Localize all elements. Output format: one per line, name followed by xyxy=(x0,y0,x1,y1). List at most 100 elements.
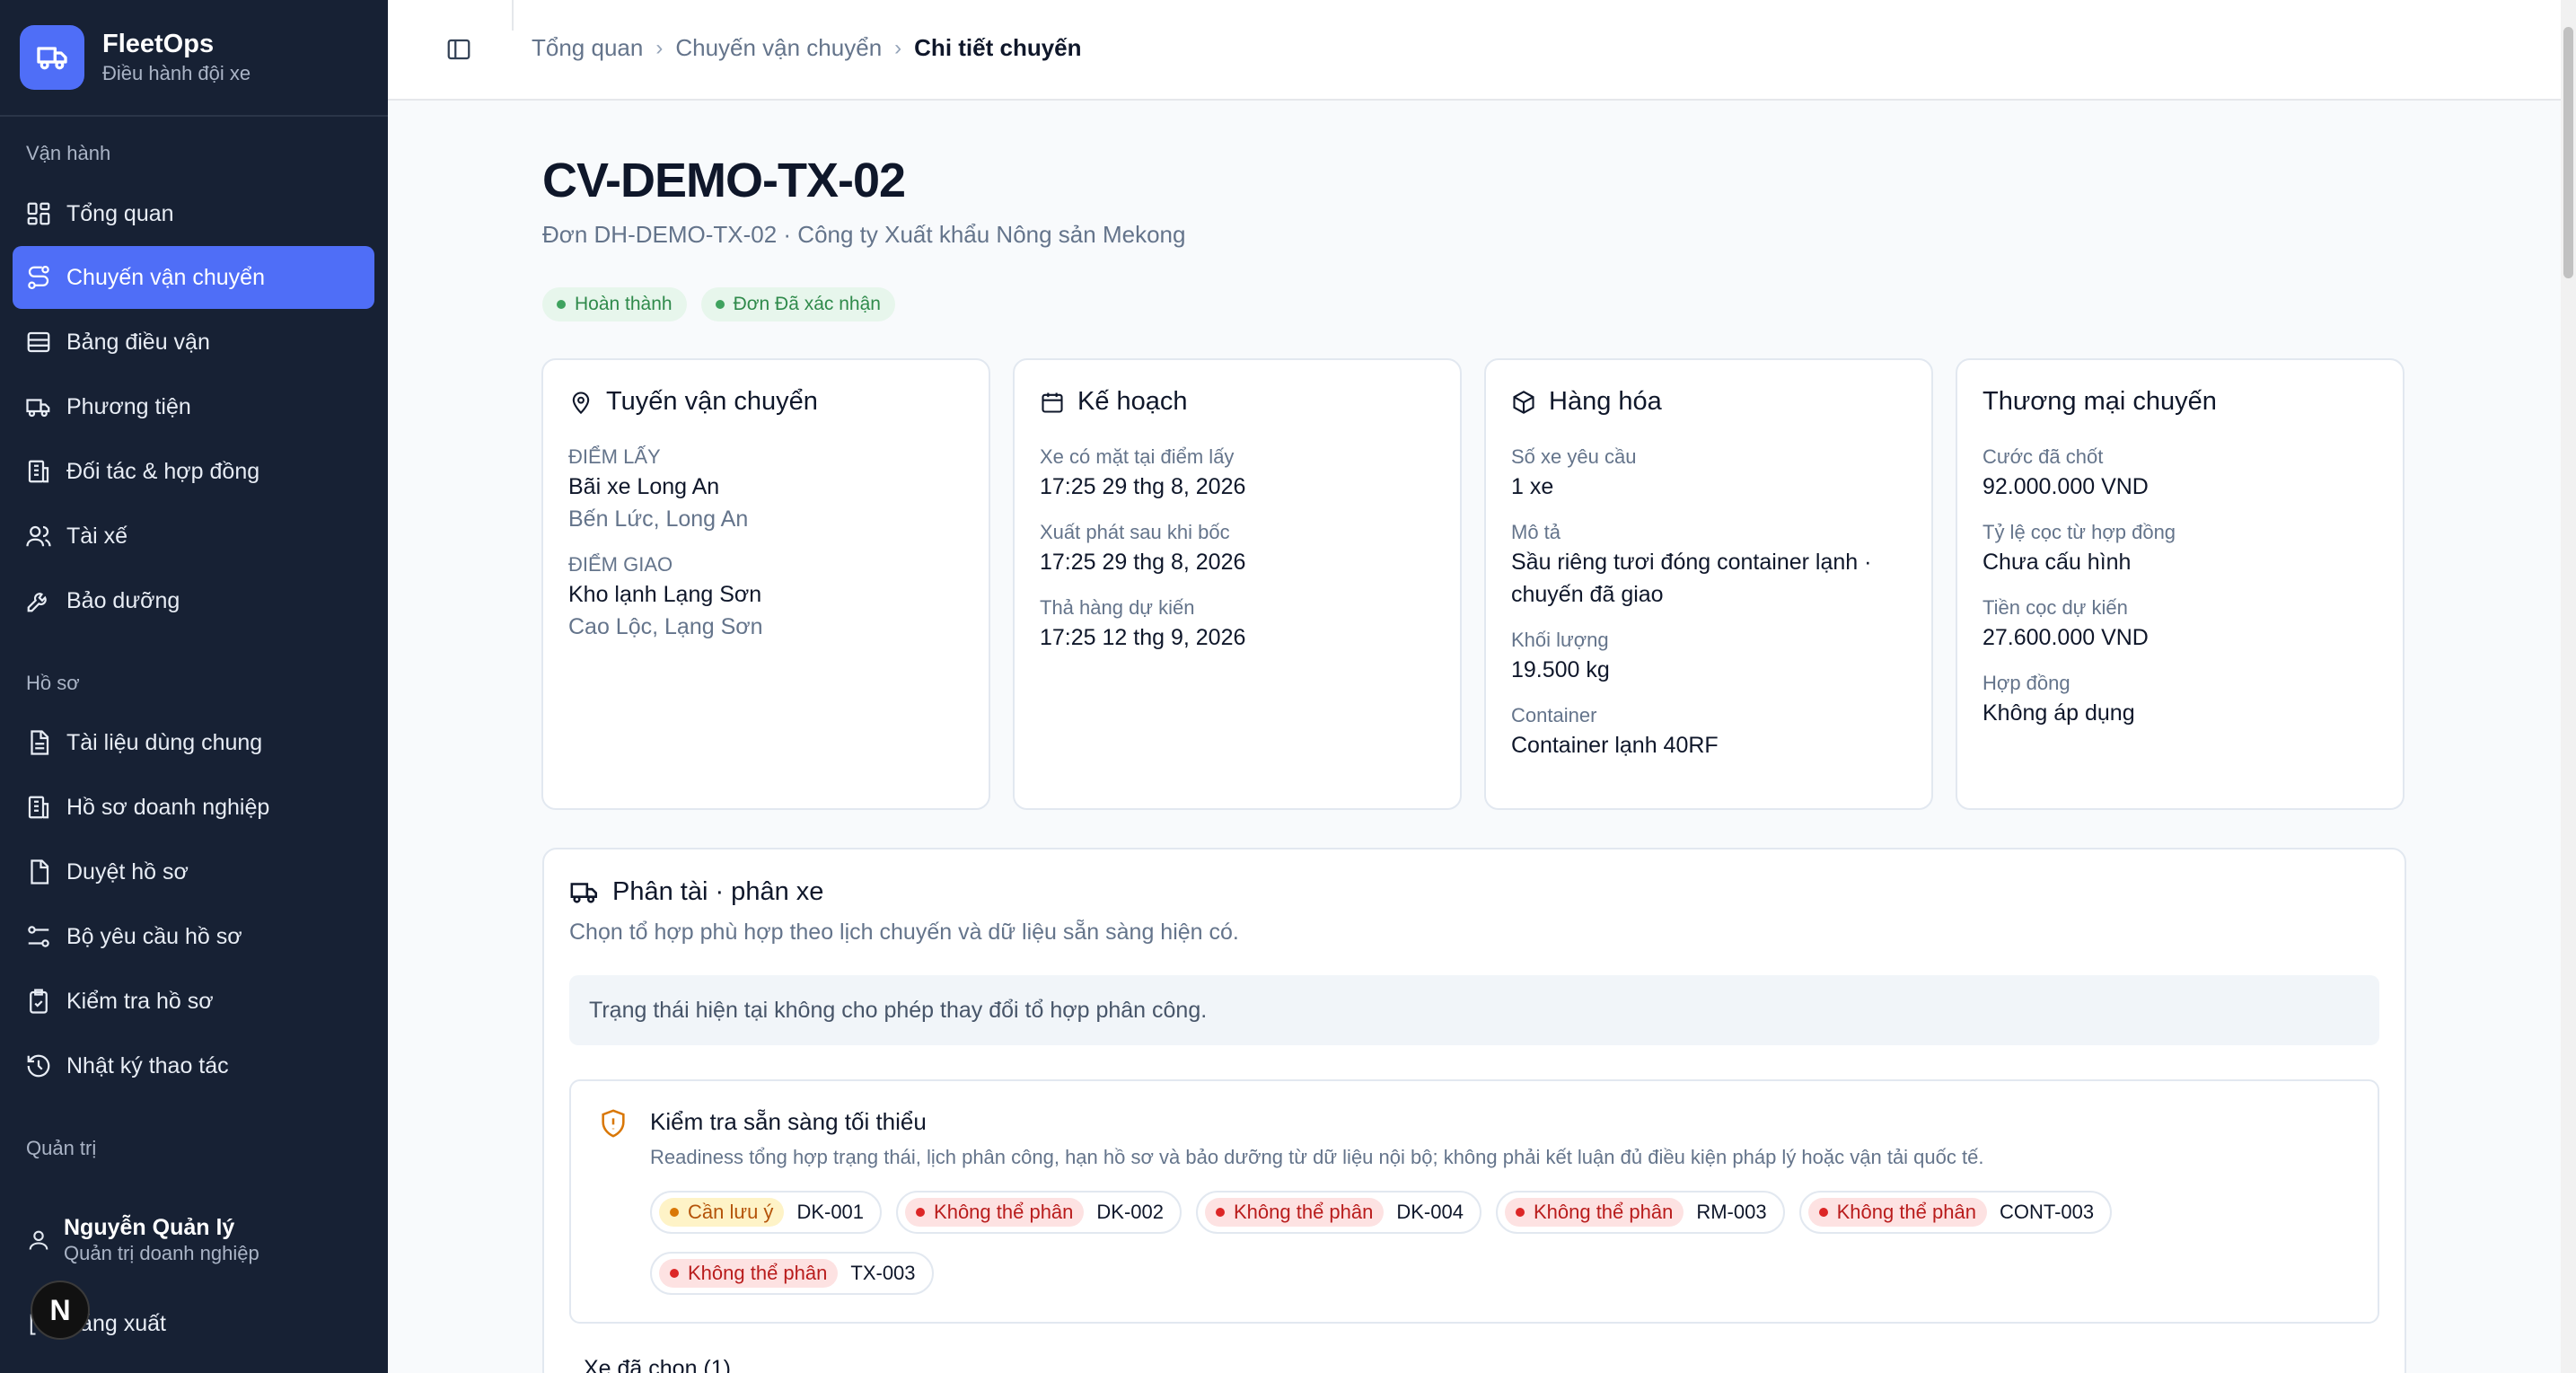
status-tag: Không thể phân xyxy=(1504,1198,1684,1227)
readiness-check: Kiểm tra sẵn sàng tối thiểu Readiness tổ… xyxy=(569,1079,2379,1324)
sidebar-item-check-records[interactable]: Kiểm tra hồ sơ xyxy=(13,970,374,1033)
commerce-field-label: Cước đã chốt xyxy=(1983,445,2104,468)
sidebar-item-drivers[interactable]: Tài xế xyxy=(13,505,374,568)
status-tag-label: Cần lưu ý xyxy=(688,1201,774,1223)
sidebar-item-label: Kiểm tra hồ sơ xyxy=(66,988,214,1014)
status-dot-icon xyxy=(1216,1208,1225,1217)
cargo-field-label: Container xyxy=(1511,704,1597,726)
sidebar-divider xyxy=(0,115,388,117)
wrench-icon xyxy=(27,593,47,612)
sidebar-item-label: Nhật ký thao tác xyxy=(66,1052,229,1078)
route-card-title: Tuyến vận chuyển xyxy=(606,387,818,416)
sidebar-item-vehicles[interactable]: Phương tiện xyxy=(13,375,374,438)
cargo-field-value: 19.500 kg xyxy=(1511,657,1610,682)
page-subtitle: Đơn DH-DEMO-TX-02 · Công ty Xuất khẩu Nô… xyxy=(542,221,1186,248)
page-title: CV-DEMO-TX-02 xyxy=(542,154,906,207)
cargo-field-value: Sầu riêng tươi đóng container lạnh · chu… xyxy=(1511,550,1872,607)
status-tag: Không thể phân xyxy=(905,1198,1085,1227)
dashboard-icon xyxy=(27,202,50,225)
resource-code: DK-002 xyxy=(1096,1201,1164,1223)
top-bar: Tổng quan › Chuyến vận chuyển › Chi tiết… xyxy=(388,0,2561,101)
breadcrumb-trips[interactable]: Chuyến vận chuyển xyxy=(675,34,882,62)
sidebar-item-dispatch-board[interactable]: Bảng điều vận xyxy=(13,311,374,374)
resource-code: DK-004 xyxy=(1396,1201,1464,1223)
commerce-field-value: 27.600.000 VND xyxy=(1983,625,2149,650)
breadcrumb-overview[interactable]: Tổng quan xyxy=(532,34,643,62)
table-icon xyxy=(27,331,50,353)
building-icon xyxy=(28,796,49,819)
status-tag-label: Không thể phân xyxy=(1234,1201,1374,1223)
sidebar-item-activity-log[interactable]: Nhật ký thao tác xyxy=(13,1034,374,1097)
status-dot-icon xyxy=(1515,1208,1525,1217)
drop-area: Cao Lộc, Lạng Sơn xyxy=(568,614,763,639)
resource-code: TX-003 xyxy=(850,1262,916,1284)
status-dot-icon xyxy=(1818,1208,1828,1217)
resource-code: DK-001 xyxy=(796,1201,865,1223)
document-icon xyxy=(31,730,49,755)
shield-alert-icon xyxy=(602,1109,625,1138)
scrollbar-thumb[interactable] xyxy=(2563,27,2573,278)
status-tag-label: Không thể phân xyxy=(1836,1201,1976,1223)
sidebar-item-record-requirements[interactable]: Bộ yêu cầu hồ sơ xyxy=(13,905,374,968)
status-tag-label: Không thể phân xyxy=(688,1262,828,1284)
readiness-chip[interactable]: Không thể phân RM-003 xyxy=(1495,1191,1785,1234)
plan-field-value: 17:25 12 thg 9, 2026 xyxy=(1040,625,1246,650)
sidebar-item-shared-docs[interactable]: Tài liệu dùng chung xyxy=(13,711,374,774)
drop-label: ĐIỂM GIAO xyxy=(568,553,673,576)
header-divider xyxy=(512,0,514,31)
sidebar-item-label: Duyệt hồ sơ xyxy=(66,858,189,885)
sidebar-item-label: Tổng quan xyxy=(66,200,174,226)
status-dot-icon xyxy=(670,1208,679,1217)
readiness-chip[interactable]: Không thể phân DK-002 xyxy=(896,1191,1182,1234)
commerce-field-label: Hợp đồng xyxy=(1983,672,2070,694)
status-dot-icon xyxy=(670,1269,679,1278)
readiness-chip[interactable]: Không thể phân CONT-003 xyxy=(1798,1191,2113,1234)
status-tag: Không thể phân xyxy=(1807,1198,1987,1227)
readiness-chips: Cần lưu ý DK-001 Không thể phân DK-002 Khô… xyxy=(650,1191,2284,1295)
plan-field-label: Thả hàng dự kiến xyxy=(1040,596,1195,619)
brand[interactable]: FleetOps Điều hành đội xe xyxy=(20,25,251,90)
status-badge-order: Đơn Đã xác nhận xyxy=(700,287,895,321)
route-icon xyxy=(28,266,49,289)
commerce-field-label: Tỷ lệ cọc từ hợp đồng xyxy=(1983,521,2176,543)
resource-code: CONT-003 xyxy=(1999,1201,2095,1223)
brand-subtitle: Điều hành đội xe xyxy=(102,62,251,84)
status-badge-trip: Hoàn thành xyxy=(542,287,687,321)
plan-field-label: Xuất phát sau khi bốc xyxy=(1040,521,1230,543)
package-icon xyxy=(1513,390,1534,414)
sidebar-item-company-profile[interactable]: Hồ sơ doanh nghiệp xyxy=(13,776,374,839)
sidebar-item-partners[interactable]: Đối tác & hợp đồng xyxy=(13,440,374,503)
assignment-notice: Trạng thái hiện tại không cho phép thay … xyxy=(569,975,2379,1045)
sidebar: FleetOps Điều hành đội xe Vận hành Tổng … xyxy=(0,0,388,1373)
route-card: Tuyến vận chuyển ĐIỂM LẤY Bãi xe Long An… xyxy=(541,358,990,810)
user-role: Quản trị doanh nghiệp xyxy=(64,1242,259,1264)
sidebar-item-label: Đối tác & hợp đồng xyxy=(66,458,260,484)
sliders-icon xyxy=(28,926,49,947)
status-badge-label: Đơn Đã xác nhận xyxy=(733,294,881,314)
sidebar-toggle-icon[interactable] xyxy=(445,36,472,63)
pickup-area: Bến Lức, Long An xyxy=(568,506,749,532)
user-profile[interactable]: Nguyễn Quản lý Quản trị doanh nghiệp xyxy=(26,1214,259,1266)
readiness-chip[interactable]: Cần lưu ý DK-001 xyxy=(650,1191,883,1234)
commerce-field-label: Tiền cọc dự kiến xyxy=(1983,596,2128,619)
sidebar-item-review-records[interactable]: Duyệt hồ sơ xyxy=(13,841,374,903)
assignment-title: Phân tài · phân xe xyxy=(612,876,824,906)
status-dot-icon xyxy=(557,300,566,309)
readiness-chip[interactable]: Không thể phân TX-003 xyxy=(650,1252,934,1295)
readiness-chip[interactable]: Không thể phân DK-004 xyxy=(1196,1191,1481,1234)
sidebar-item-maintenance[interactable]: Bảo dưỡng xyxy=(13,569,374,632)
status-tag: Không thể phân xyxy=(1205,1198,1385,1227)
user-name: Nguyễn Quản lý xyxy=(64,1215,235,1240)
sidebar-section-operations: Vận hành xyxy=(26,142,111,164)
breadcrumb: Tổng quan › Chuyến vận chuyển › Chi tiết… xyxy=(532,34,1082,62)
sidebar-item-label: Bảng điều vận xyxy=(66,329,210,355)
cargo-field-value: Container lạnh 40RF xyxy=(1511,733,1719,758)
cargo-card: Hàng hóa Số xe yêu cầu 1 xe Mô tả Sầu riên… xyxy=(1484,358,1933,810)
dev-tools-badge[interactable]: N xyxy=(31,1281,90,1340)
user-icon xyxy=(29,1230,48,1250)
selected-vehicles-heading: Xe đã chọn (1) xyxy=(584,1356,731,1373)
sidebar-item-trips[interactable]: Chuyến vận chuyển xyxy=(13,246,374,309)
sidebar-item-overview[interactable]: Tổng quan xyxy=(13,182,374,245)
pickup-name: Bãi xe Long An xyxy=(568,474,720,499)
sidebar-item-label: Chuyến vận chuyển xyxy=(66,264,265,290)
